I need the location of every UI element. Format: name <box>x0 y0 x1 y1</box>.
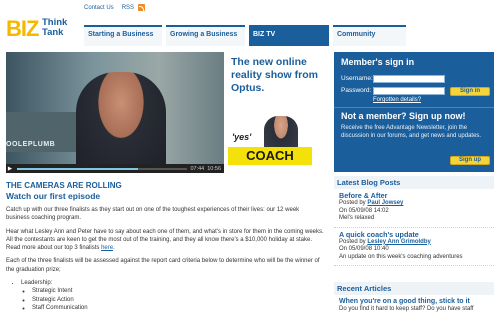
criteria-item: Staff Communication <box>32 304 324 312</box>
criteria-list: Leadership: Strategic Intent Strategic A… <box>21 279 324 312</box>
blog-post-author[interactable]: Paul Jowsey <box>367 200 403 206</box>
blog-post: A quick coach's update Posted by Lesley … <box>334 228 494 266</box>
recent-article-excerpt: Do you find it hard to keep staff? Do yo… <box>339 306 474 312</box>
newsletter-info: Receive the free Advantage Newsletter, j… <box>341 125 482 139</box>
tab-growing-a-business[interactable]: Growing a Business <box>166 25 245 46</box>
contact-us-link[interactable]: Contact Us <box>84 5 114 11</box>
rss-icon <box>137 4 145 11</box>
promo-headline: The new online reality show from Optus. <box>231 56 318 94</box>
video-progress-track[interactable] <box>17 167 188 170</box>
blog-header: Latest Blog Posts <box>334 176 494 189</box>
promo-banner[interactable]: The new online reality show from Optus. … <box>224 52 331 173</box>
criteria-item: Strategic Action <box>32 296 324 304</box>
video-progress-fill <box>17 167 139 170</box>
promo-yes-text: 'yes' <box>232 132 252 142</box>
blog-post: Before & After Posted by Paul Jowsey On … <box>334 189 494 228</box>
member-divider <box>334 107 494 108</box>
logo-biz: BIZ <box>6 16 39 41</box>
main-nav: Starting a Business Growing a Business B… <box>84 25 410 46</box>
not-member-heading: Not a member? Sign up now! <box>341 111 466 121</box>
password-label: Password: <box>341 87 372 94</box>
article-paragraph-2-end: . <box>113 245 115 252</box>
tab-community[interactable]: Community <box>332 25 407 46</box>
rss-link[interactable]: RSS <box>122 4 145 11</box>
member-signin-panel: Member's sign in Username: Password: Sig… <box>334 52 494 172</box>
logo-think-tank: Think Tank <box>42 18 67 38</box>
bizthinktank-logo[interactable]: BIZ Think Tank <box>6 16 72 42</box>
rss-label: RSS <box>121 5 135 12</box>
blog-post-meta: Posted by Paul Jowsey <box>339 200 489 208</box>
criteria-sublist: Strategic Intent Strategic Action Staff … <box>32 287 324 312</box>
video-current-time: 07:44 <box>190 165 205 172</box>
blog-post-title[interactable]: Before & After <box>339 191 489 200</box>
video-brand-text: OOLEPLUMB <box>6 141 56 148</box>
username-input[interactable] <box>373 75 445 83</box>
latest-blog-posts: Latest Blog Posts Before & After Posted … <box>334 176 494 266</box>
blog-post-title[interactable]: A quick coach's update <box>339 230 489 239</box>
recent-articles: Recent Articles When you're on a good th… <box>334 282 494 315</box>
criteria-main-label: Leadership: <box>21 280 53 287</box>
logo-tank: Tank <box>42 27 64 38</box>
blog-post-author[interactable]: Lesley Ann Grimoldby <box>367 239 430 245</box>
username-label: Username: <box>341 75 373 82</box>
blog-posted-by: Posted by <box>339 238 366 245</box>
article-paragraph-3: Each of the three finalists will be asse… <box>6 258 320 273</box>
blog-posted-by: Posted by <box>339 200 366 206</box>
blog-post-meta: Posted by Lesley Ann Grimoldby <box>339 239 489 247</box>
article-title: Watch our first episode <box>6 191 101 201</box>
forgotten-details-link[interactable]: Forgotten details? <box>373 97 421 103</box>
blog-post-excerpt: An update on this week's coaching advent… <box>339 253 463 260</box>
tab-biz-tv[interactable]: BIZ TV <box>248 25 329 46</box>
video-controls: ▶ 07:44 10:56 <box>6 164 224 173</box>
blog-post-date: On 05/09/08 10:40 <box>339 246 389 252</box>
tab-starting-a-business[interactable]: Starting a Business <box>84 25 162 46</box>
blog-post-excerpt: Mel's relaxed <box>339 215 375 221</box>
play-icon[interactable]: ▶ <box>6 166 14 172</box>
recent-article-title[interactable]: When you're on a good thing, stick to it <box>334 295 494 305</box>
recent-articles-header: Recent Articles <box>334 282 494 295</box>
sign-in-button[interactable]: Sign in <box>450 87 490 96</box>
top-links: Contact Us RSS <box>84 4 145 11</box>
article-paragraph-1: Catch up with our three finalists as the… <box>6 207 300 222</box>
video-player[interactable]: OOLEPLUMB <box>6 52 224 173</box>
article: THE CAMERAS ARE ROLLING Watch our first … <box>6 181 324 312</box>
finalists-link[interactable]: here <box>101 245 113 251</box>
article-paragraph-2: Hear what Lesley Ann and Peter have to s… <box>6 228 324 253</box>
sign-up-button[interactable]: Sign up <box>450 156 490 165</box>
video-duration: 10:56 <box>207 165 221 172</box>
criteria-leadership: Leadership: Strategic Intent Strategic A… <box>21 279 324 312</box>
article-paragraph-2-text: Hear what Lesley Ann and Peter have to s… <box>6 228 324 252</box>
blog-post-date: On 05/09/08 14:02 <box>339 207 389 214</box>
criteria-item: Strategic Intent <box>32 287 324 295</box>
video-person <box>76 72 166 173</box>
article-kicker: THE CAMERAS ARE ROLLING <box>6 181 122 190</box>
promo-coach-logo: COACH <box>228 147 312 165</box>
password-input[interactable] <box>373 87 445 95</box>
member-signin-title: Member's sign in <box>341 57 415 67</box>
